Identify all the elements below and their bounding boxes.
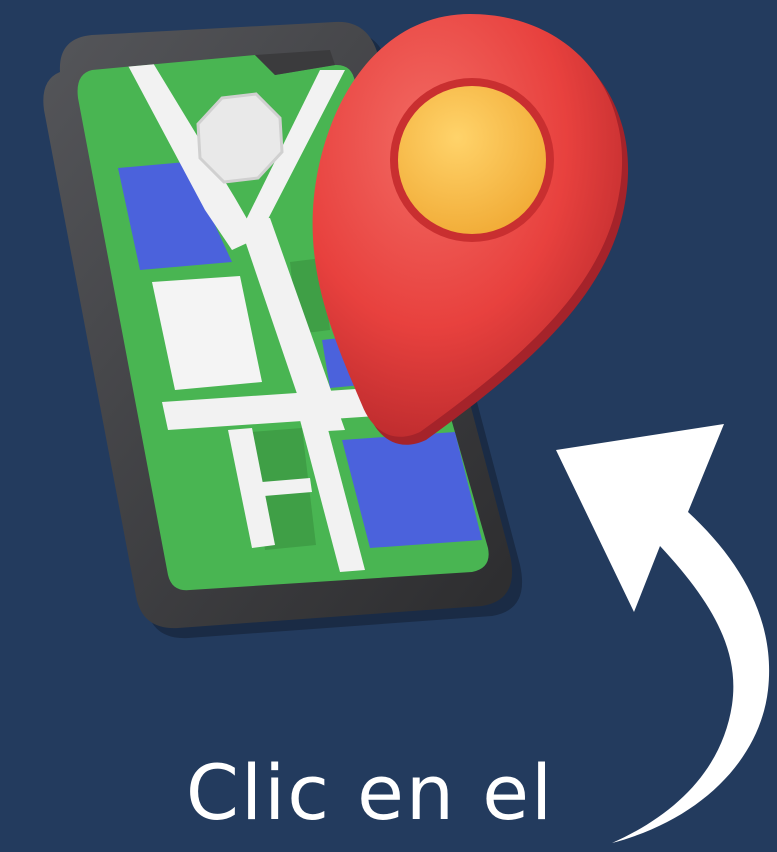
location-pin-icon (312, 14, 629, 445)
illustration (43, 14, 770, 843)
caption-text: Clic en el (185, 748, 555, 837)
promo-card: Clic en el (0, 0, 777, 852)
